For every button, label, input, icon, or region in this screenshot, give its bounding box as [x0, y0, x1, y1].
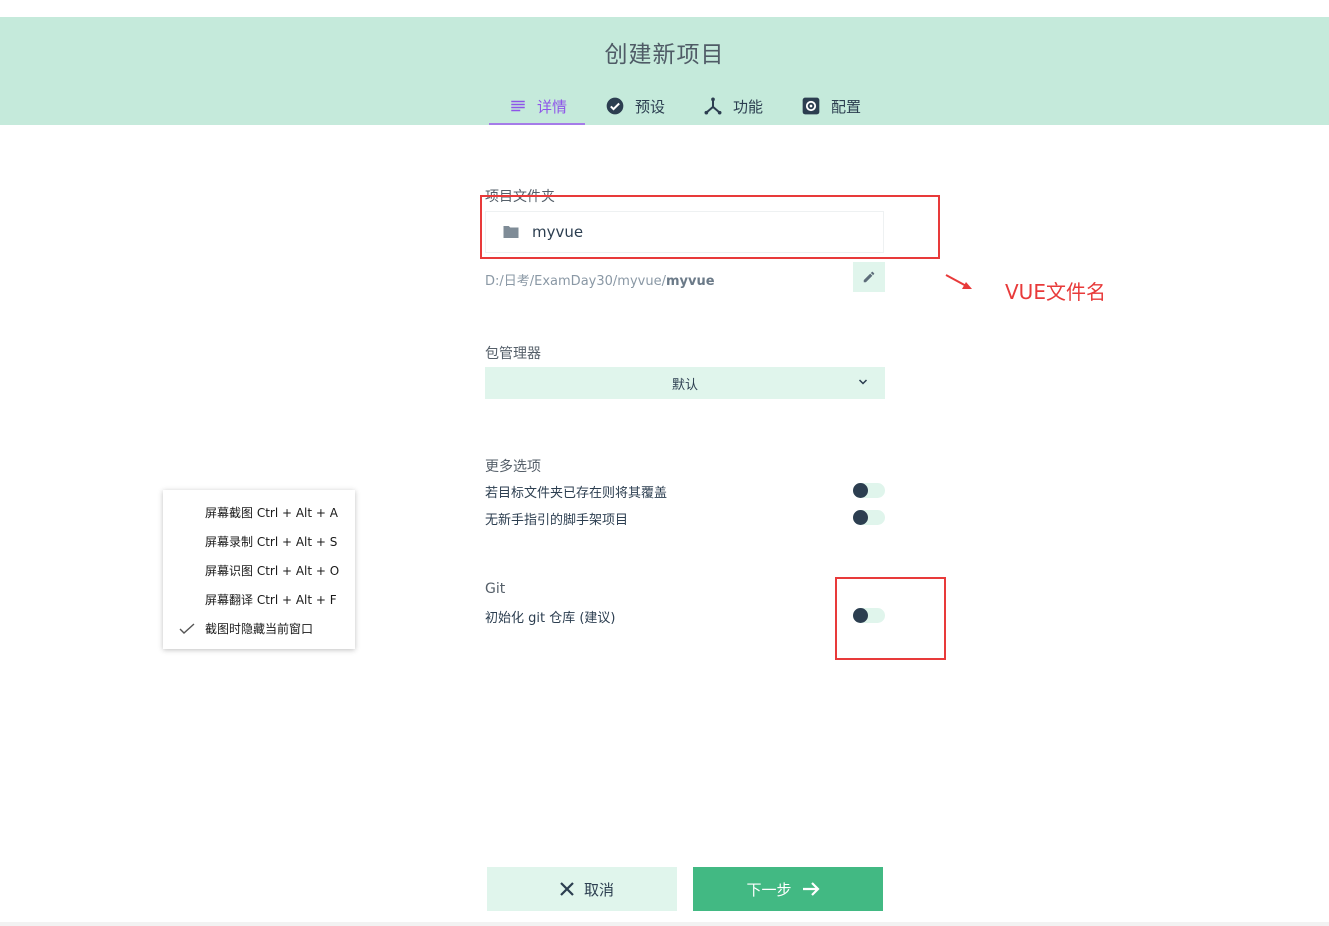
more-options-label: 更多选项	[485, 459, 541, 475]
menu-item-hide-window[interactable]: 截图时隐藏当前窗口	[205, 620, 313, 637]
check-circle-icon	[606, 97, 624, 115]
screenshot-context-menu: 屏幕截图 Ctrl + Alt + A 屏幕录制 Ctrl + Alt + S …	[163, 490, 355, 649]
toggle-knob	[853, 483, 868, 498]
tab-details[interactable]: 详情	[488, 87, 586, 125]
call-split-icon	[704, 97, 722, 115]
package-manager-value: 默认	[671, 377, 698, 393]
pencil-icon	[863, 271, 875, 283]
tab-config[interactable]: 配置	[801, 87, 861, 125]
chevron-down-icon	[858, 379, 868, 385]
package-manager-label: 包管理器	[485, 346, 541, 362]
list-icon	[511, 100, 525, 112]
menu-item-screen-translate[interactable]: 屏幕翻译 Ctrl + Alt + F	[205, 591, 337, 608]
toggle-no-guide[interactable]	[853, 510, 885, 525]
tab-config-label: 配置	[831, 97, 862, 116]
tab-presets-label: 预设	[635, 97, 666, 116]
arrow-right-icon	[802, 882, 820, 896]
annotation-box-folder	[480, 195, 940, 259]
menu-item-screen-recognize[interactable]: 屏幕识图 Ctrl + Alt + O	[205, 562, 339, 579]
package-manager-select[interactable]: 默认	[485, 367, 885, 399]
next-button[interactable]: 下一步	[693, 867, 883, 911]
tab-features[interactable]: 功能	[703, 87, 763, 125]
menu-item-screenshot[interactable]: 屏幕截图 Ctrl + Alt + A	[205, 504, 338, 521]
annotation-box-git-toggle	[835, 577, 946, 660]
annotation-label: VUE文件名	[1005, 280, 1106, 304]
cancel-button-label: 取消	[583, 880, 614, 899]
tab-features-label: 功能	[733, 97, 764, 116]
checkmark-icon	[179, 623, 195, 634]
toggle-knob	[853, 510, 868, 525]
path-name: myvue	[665, 274, 715, 289]
path-prefix: D:/日考/ExamDay30/myvue/	[485, 274, 666, 289]
settings-icon	[802, 97, 820, 115]
project-path: D:/日考/ExamDay30/myvue/myvue	[485, 270, 715, 289]
next-button-label: 下一步	[746, 880, 792, 899]
page-title: 创建新项目	[604, 42, 725, 68]
annotation-arrow-icon	[945, 274, 972, 289]
bottom-divider	[0, 922, 1329, 926]
tab-bar: 详情 预设 功能 配置	[0, 87, 1329, 125]
toggle-overwrite[interactable]	[853, 483, 885, 498]
close-icon	[560, 882, 574, 896]
option-no-guide-label: 无新手指引的脚手架项目	[485, 513, 629, 528]
edit-path-button[interactable]	[853, 262, 885, 292]
menu-item-screen-record[interactable]: 屏幕录制 Ctrl + Alt + S	[205, 533, 337, 550]
page-header: 创建新项目 详情 预设 功能 配置	[0, 17, 1329, 125]
tab-details-label: 详情	[537, 97, 568, 116]
cancel-button[interactable]: 取消	[487, 867, 677, 911]
option-overwrite-label: 若目标文件夹已存在则将其覆盖	[485, 486, 668, 501]
tab-presets[interactable]: 预设	[605, 87, 665, 125]
option-git-init-label: 初始化 git 仓库 (建议)	[485, 611, 616, 626]
git-label: Git	[485, 581, 506, 597]
